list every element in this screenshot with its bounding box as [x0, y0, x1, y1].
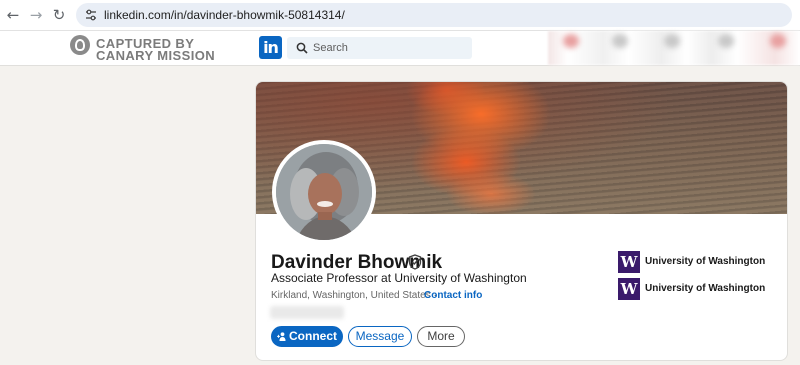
more-button[interactable]: More [417, 326, 465, 347]
site-settings-icon[interactable] [84, 8, 98, 22]
back-arrow-icon[interactable]: ← [4, 6, 22, 24]
message-button[interactable]: Message [348, 326, 412, 347]
blurred-nav-icon [563, 34, 579, 48]
profile-photo-image [276, 144, 372, 240]
education-school: University of Washington [645, 256, 766, 267]
watermark-line2: CANARY MISSION [96, 48, 216, 63]
university-logo: W [618, 251, 640, 273]
blurred-nav-icon [664, 34, 680, 48]
url-text[interactable]: linkedin.com/in/davinder-bhowmik-5081431… [104, 8, 345, 22]
profile-location: Kirkland, Washington, United States · [271, 290, 437, 301]
search-box[interactable] [287, 37, 472, 59]
forward-arrow-icon[interactable]: → [27, 6, 45, 24]
education-item[interactable]: W University of Washington [618, 278, 788, 300]
verified-shield-icon[interactable] [408, 254, 422, 270]
address-bar[interactable]: linkedin.com/in/davinder-bhowmik-5081431… [76, 3, 792, 27]
education-item[interactable]: W University of Washington [618, 251, 788, 273]
search-input[interactable] [313, 37, 463, 59]
blurred-nav-icon [718, 34, 734, 48]
university-logo: W [618, 278, 640, 300]
blurred-nav-icon [612, 34, 628, 48]
search-icon [296, 42, 308, 54]
blurred-nav-icon [770, 34, 786, 48]
contact-info-link[interactable]: Contact info [424, 290, 482, 301]
blurred-connections-count [270, 306, 344, 319]
canary-mission-logo [70, 35, 90, 55]
profile-headline: Associate Professor at University of Was… [271, 271, 527, 285]
connect-button[interactable]: Connect [271, 326, 343, 347]
profile-photo[interactable] [272, 140, 376, 244]
reload-icon[interactable]: ↻ [50, 6, 68, 24]
browser-toolbar: ← → ↻ linkedin.com/in/davinder-bhowmik-5… [0, 0, 800, 31]
connect-label: Connect [289, 329, 337, 343]
linkedin-logo[interactable]: in [259, 36, 282, 59]
add-person-icon [277, 332, 286, 341]
education-school: University of Washington [645, 283, 766, 294]
